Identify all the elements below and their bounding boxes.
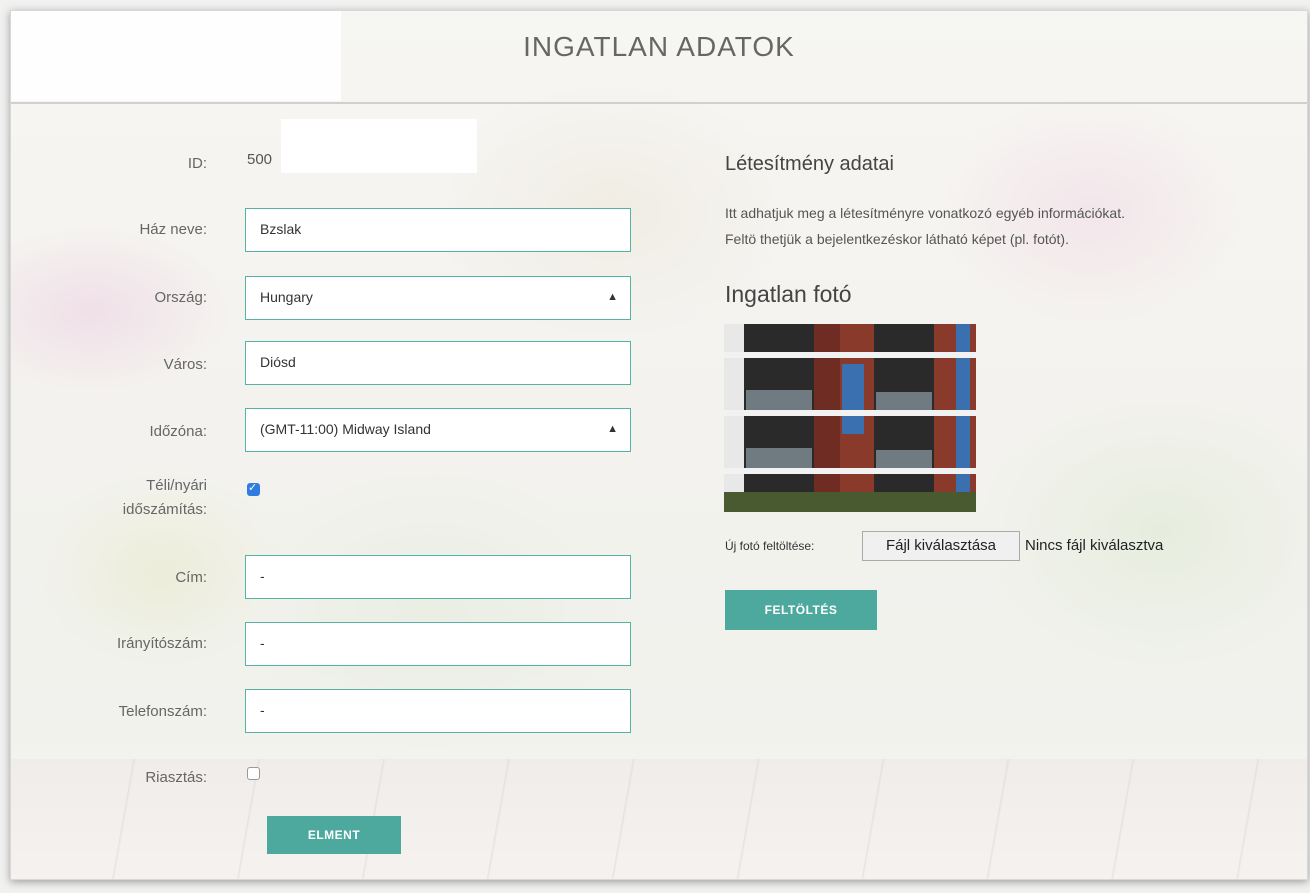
facility-description-line2: Feltö thetjük a bejelentkezéskor látható… — [725, 231, 1069, 247]
dst-label-line1: Téli/nyári — [146, 477, 207, 494]
dst-label-line2: időszámítás: — [122, 501, 207, 518]
zip-input[interactable]: - — [245, 622, 631, 666]
page-title: INGATLAN ADATOK — [523, 31, 795, 62]
property-photo — [724, 324, 976, 512]
id-value: 500 — [247, 151, 273, 168]
file-status: Nincs fájl kiválasztva — [1025, 537, 1164, 554]
house-name-input[interactable]: Bzslak — [245, 208, 631, 252]
select-arrows-icon: ▲ — [607, 423, 618, 435]
city-input[interactable]: Diósd — [245, 341, 631, 385]
save-button[interactable]: ELMENT — [267, 816, 401, 854]
page-frame: INGATLAN ADATOK ID: 500 Ház neve: Bzslak… — [10, 10, 1308, 880]
timezone-select[interactable]: (GMT-11:00) Midway Island ▲ — [245, 408, 631, 452]
address-input[interactable]: - — [245, 555, 631, 599]
address-label: Cím: — [175, 569, 207, 586]
upload-button[interactable]: FELTÖLTÉS — [725, 590, 877, 630]
timezone-label: Időzóna: — [149, 423, 207, 440]
country-select[interactable]: Hungary ▲ — [245, 276, 631, 320]
select-arrows-icon: ▲ — [607, 291, 618, 303]
phone-label: Telefonszám: — [118, 703, 207, 720]
divider — [11, 102, 1307, 104]
dst-checkbox[interactable] — [247, 481, 260, 496]
house-name-label: Ház neve: — [139, 221, 207, 238]
alarm-checkbox[interactable] — [247, 767, 260, 780]
facility-heading: Létesítmény adatai — [725, 153, 894, 175]
id-label: ID: — [187, 155, 207, 172]
redacted-id — [281, 119, 477, 173]
timezone-value: (GMT-11:00) Midway Island — [260, 421, 431, 437]
photo-heading: Ingatlan fotó — [725, 281, 852, 307]
zip-label: Irányítószám: — [116, 635, 207, 652]
alarm-label: Riasztás: — [145, 769, 207, 786]
country-label: Ország: — [154, 289, 207, 306]
country-value: Hungary — [260, 289, 313, 305]
choose-file-button[interactable]: Fájl kiválasztása — [862, 531, 1020, 561]
facility-description-line1: Itt adhatjuk meg a létesítményre vonatko… — [725, 205, 1125, 221]
phone-input[interactable]: - — [245, 689, 631, 733]
city-label: Város: — [163, 356, 207, 373]
upload-label: Új fotó feltöltése: — [725, 539, 815, 553]
